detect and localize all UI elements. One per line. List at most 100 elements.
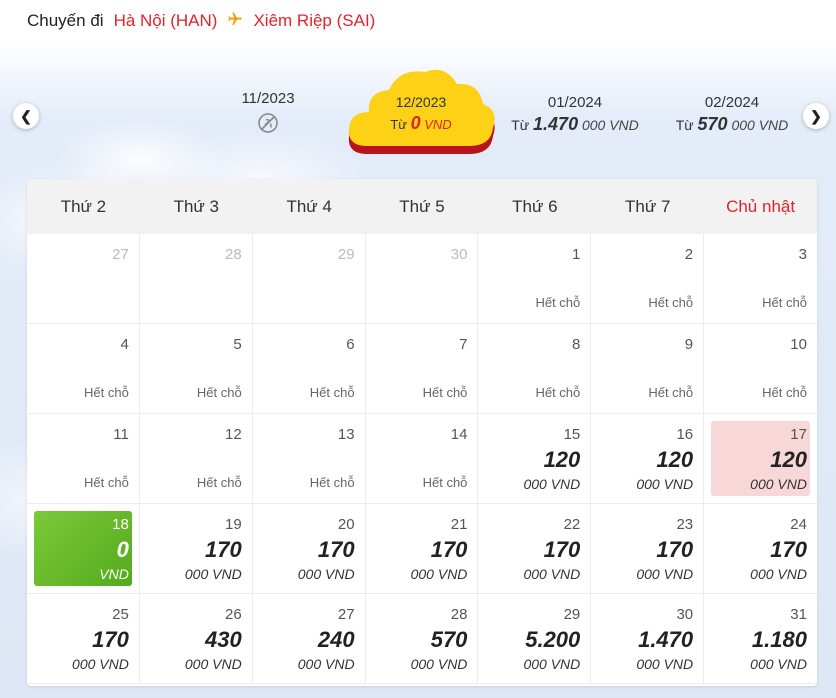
calendar-day-cell[interactable]: 14 Hết chỗ [365,414,479,504]
day-number: 15 [563,426,581,443]
calendar-day-cell[interactable]: 11 Hết chỗ [27,414,140,504]
min-price: 0 [410,113,421,133]
calendar-day-cell[interactable]: 10 Hết chỗ [704,324,817,414]
day-number: 27 [337,606,355,623]
fare-amount: 170 [543,537,581,562]
calendar-day-cell[interactable]: 2 Hết chỗ [591,234,705,324]
calendar-day-cell[interactable]: 8 Hết chỗ [478,324,592,414]
month-tab-next-2[interactable]: 02/2024 Từ 570 000 VND [657,94,807,135]
day-number: 25 [112,606,129,623]
day-number: 26 [225,606,242,623]
chevron-right-icon: ❯ [810,107,822,124]
fare-amount: 0 [116,537,129,562]
fare-currency: 000 VND [523,566,581,582]
month-tab-prev[interactable]: 11/2023 [193,90,343,141]
sold-out-label: Hết chỗ [762,385,807,400]
month-tab-selected[interactable]: 12/2023 Từ 0 VND [345,66,497,160]
calendar-day-cell[interactable]: 12 Hết chỗ [139,414,253,504]
currency-label: 000 VND [731,117,789,133]
prev-month-button[interactable]: ❮ [13,103,39,129]
fare-currency: 000 VND [410,656,468,672]
calendar-day-cell: 30 [365,234,479,324]
day-number: 28 [450,606,468,623]
calendar-day-cell[interactable]: 22 170 000 VND [478,504,592,594]
day-number: 8 [571,336,581,353]
fare-currency: 000 VND [297,566,355,582]
calendar-day-cell[interactable]: 1 Hết chỗ [478,234,592,324]
calendar-day-cell[interactable]: 28 570 000 VND [365,594,479,684]
calendar-day-cell[interactable]: 21 170 000 VND [365,504,479,594]
from-label: Từ [390,117,407,132]
fare-currency: 000 VND [523,476,581,492]
day-number: 12 [225,426,242,443]
fare-currency: 000 VND [636,656,694,672]
calendar-day-cell[interactable]: 18 0 VND [27,504,140,594]
fare-amount: 170 [317,537,355,562]
calendar-day-cell[interactable]: 23 170 000 VND [591,504,705,594]
day-number: 24 [790,516,807,533]
fare-amount: 5.200 [525,627,581,652]
calendar-day-cell[interactable]: 6 Hết chỗ [252,324,366,414]
calendar-day-cell[interactable]: 19 170 000 VND [139,504,253,594]
fare-amount: 570 [430,627,468,652]
sold-out-label: Hết chỗ [196,385,242,400]
day-number: 29 [563,606,581,623]
calendar-grid: 27 28 29 30 1 Hết chỗ 2 Hết chỗ 3 Hết chỗ 4 Hết chỗ… [27,234,817,684]
weekday-thu: Thứ 5 [399,196,445,216]
currency-label: VND [424,117,452,132]
sold-out-label: Hết chỗ [84,475,129,490]
day-number: 21 [450,516,468,533]
day-number: 23 [676,516,694,533]
calendar-day-cell[interactable]: 4 Hết chỗ [27,324,140,414]
weekday-sat: Thứ 7 [625,196,671,216]
fare-currency: 000 VND [72,656,129,672]
calendar-day-cell[interactable]: 30 1.470 000 VND [591,594,705,684]
currency-label: 000 VND [581,117,639,133]
calendar-day-cell[interactable]: 20 170 000 VND [252,504,366,594]
calendar-day-cell[interactable]: 5 Hết chỗ [139,324,253,414]
sold-out-label: Hết chỗ [422,475,468,490]
weekday-mon: Thứ 2 [60,196,107,216]
sold-out-label: Hết chỗ [196,475,242,490]
day-number: 22 [563,516,581,533]
calendar-day-cell[interactable]: 3 Hết chỗ [704,234,817,324]
calendar-day-cell[interactable]: 31 1.180 000 VND [704,594,817,684]
calendar-day-cell: 29 [252,234,366,324]
calendar-day-cell[interactable]: 16 120 000 VND [591,414,705,504]
day-number: 29 [337,246,355,263]
fare-amount: 170 [770,537,807,562]
calendar-day-cell[interactable]: 17 120 000 VND [704,414,817,504]
calendar-day-cell[interactable]: 25 170 000 VND [27,594,140,684]
weekday-fri: Thứ 6 [512,196,558,216]
calendar-day-cell[interactable]: 26 430 000 VND [139,594,253,684]
calendar-day-cell[interactable]: 9 Hết chỗ [591,324,705,414]
month-tab-next-1[interactable]: 01/2024 Từ 1.470 000 VND [500,94,650,135]
calendar-day-cell[interactable]: 29 5.200 000 VND [478,594,592,684]
weekday-sun: Chủ nhật [726,196,796,216]
calendar-day-cell[interactable]: 24 170 000 VND [704,504,817,594]
fare-amount: 1.180 [751,627,807,652]
calendar-day-cell[interactable]: 15 120 000 VND [478,414,592,504]
day-number: 28 [225,246,242,263]
day-number: 30 [676,606,694,623]
chevron-left-icon: ❮ [20,107,32,124]
calendar-day-cell[interactable]: 7 Hết chỗ [365,324,479,414]
day-number: 11 [113,426,129,443]
calendar-day-cell: 28 [139,234,253,324]
calendar-day-cell[interactable]: 27 240 000 VND [252,594,366,684]
fare-amount: 430 [204,627,242,652]
fare-currency: 000 VND [184,656,242,672]
sold-out-label: Hết chỗ [309,475,355,490]
sold-out-label: Hết chỗ [648,295,694,310]
fare-amount: 120 [543,447,581,472]
day-number: 19 [225,516,242,533]
fare-amount: 120 [656,447,694,472]
day-number: 5 [233,336,242,353]
day-number: 7 [459,336,468,353]
fare-currency: 000 VND [297,656,355,672]
fare-amount: 170 [430,537,468,562]
month-label: 01/2024 [547,94,603,111]
trip-label: Chuyến đi [27,11,104,30]
fare-amount: 170 [656,537,694,562]
calendar-day-cell[interactable]: 13 Hết chỗ [252,414,366,504]
